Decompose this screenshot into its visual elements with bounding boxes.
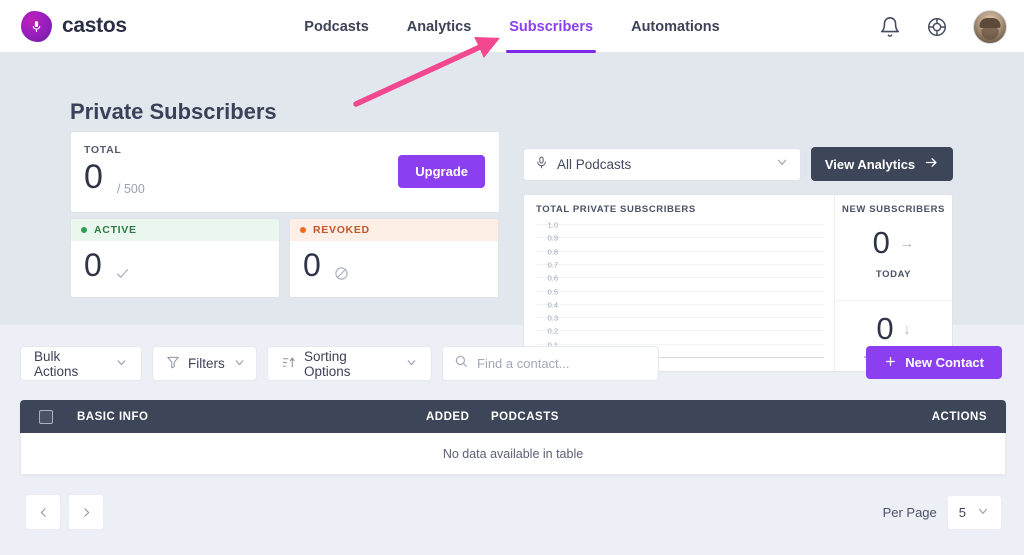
chevron-down-icon: [115, 356, 128, 372]
select-all-checkbox[interactable]: [39, 410, 53, 424]
active-subscribers-card: ACTIVE 0: [70, 218, 280, 298]
arrow-down-icon: ↓: [903, 321, 911, 338]
total-label: TOTAL: [84, 144, 122, 156]
check-icon: [115, 266, 130, 286]
y-tick: 1.0: [536, 221, 558, 230]
today-caption: TODAY: [835, 269, 952, 280]
search-input[interactable]: [477, 356, 647, 371]
upgrade-button[interactable]: Upgrade: [398, 155, 485, 188]
nav-item-automations[interactable]: Automations: [631, 0, 720, 53]
no-entry-icon: [334, 266, 349, 286]
sort-ascending-icon: [281, 355, 296, 373]
y-tick: 0.8: [536, 247, 558, 256]
filters-label: Filters: [188, 356, 225, 371]
avatar[interactable]: [973, 10, 1007, 44]
sorting-options-label: Sorting Options: [304, 349, 397, 379]
table-empty-state: No data available in table: [20, 433, 1006, 475]
status-dot-active: [81, 227, 87, 233]
nav-item-subscribers[interactable]: Subscribers: [509, 0, 593, 53]
bulk-actions-label: Bulk Actions: [34, 349, 107, 379]
arrow-right-icon: [924, 155, 939, 173]
y-tick: 0.5: [536, 287, 558, 296]
lifebuoy-icon[interactable]: [926, 16, 948, 38]
app-page: castos Podcasts Analytics Subscribers Au…: [0, 0, 1024, 555]
y-tick: 0.9: [536, 234, 558, 243]
total-private-subscribers-chart: TOTAL PRIVATE SUBSCRIBERS 1.0 0.9 0.8 0.…: [524, 195, 835, 371]
y-tick: 0.2: [536, 327, 558, 336]
column-header-actions: ACTIONS: [932, 411, 987, 423]
view-analytics-label: View Analytics: [825, 157, 915, 172]
chevron-right-icon: [80, 506, 93, 519]
search-icon: [454, 354, 468, 373]
revoked-label: REVOKED: [313, 224, 370, 236]
new-subscribers-today: 0 → TODAY: [835, 227, 952, 280]
per-page-label: Per Page: [883, 505, 937, 520]
status-dot-revoked: [300, 227, 306, 233]
podcast-filter-select[interactable]: All Podcasts: [523, 148, 801, 181]
total-subscribers-card: TOTAL 0 / 500 Upgrade: [70, 131, 500, 213]
top-header: castos Podcasts Analytics Subscribers Au…: [0, 0, 1024, 53]
next-page-button[interactable]: [68, 494, 104, 530]
active-card-body: 0: [71, 241, 279, 298]
new-contact-label: New Contact: [905, 355, 984, 370]
bell-icon[interactable]: [879, 16, 901, 38]
view-analytics-button[interactable]: View Analytics: [811, 147, 953, 181]
nav-item-podcasts[interactable]: Podcasts: [304, 0, 368, 53]
chevron-down-icon: [405, 356, 418, 372]
new-contact-button[interactable]: New Contact: [866, 346, 1002, 379]
total-value: 0: [84, 160, 103, 194]
filters-dropdown[interactable]: Filters: [152, 346, 257, 381]
revoked-card-body: 0: [290, 241, 498, 298]
contacts-table: BASIC INFO ADDED PODCASTS ACTIONS No dat…: [20, 400, 1006, 475]
main-nav: Podcasts Analytics Subscribers Automatio…: [0, 0, 1024, 53]
list-toolbar: Bulk Actions Filters Sorting Options: [0, 346, 1024, 384]
revoked-value: 0: [303, 249, 321, 281]
arrow-right-icon: →: [899, 235, 914, 252]
chevron-down-icon: [775, 155, 789, 174]
avatar-beard: [982, 28, 999, 40]
chevron-down-icon: [233, 356, 246, 372]
page-title: Private Subscribers: [70, 99, 277, 125]
y-tick: 0.3: [536, 314, 558, 323]
per-page-value: 5: [959, 505, 966, 520]
chart-title: TOTAL PRIVATE SUBSCRIBERS: [536, 204, 696, 215]
nav-item-analytics[interactable]: Analytics: [407, 0, 471, 53]
avatar-hair: [980, 18, 1001, 28]
per-page-control: Per Page 5: [883, 494, 1002, 530]
column-header-podcasts[interactable]: PODCASTS: [491, 411, 559, 423]
bulk-actions-dropdown[interactable]: Bulk Actions: [20, 346, 142, 381]
pagination-bar: Per Page 5: [0, 494, 1024, 534]
search-contact-container[interactable]: [442, 346, 659, 381]
active-label: ACTIVE: [94, 224, 137, 236]
plus-icon: [884, 355, 897, 371]
table-header-row: BASIC INFO ADDED PODCASTS ACTIONS: [20, 400, 1006, 433]
new-subscribers-pane: NEW SUBSCRIBERS 0 → TODAY 0 ↓ THIS WEEK: [835, 195, 952, 371]
y-tick: 0.6: [536, 274, 558, 283]
previous-page-button[interactable]: [25, 494, 61, 530]
column-header-added[interactable]: ADDED: [426, 411, 469, 423]
today-value: 0: [873, 227, 890, 258]
funnel-icon: [166, 355, 180, 372]
column-header-basic-info[interactable]: BASIC INFO: [77, 411, 148, 423]
revoked-subscribers-card: REVOKED 0: [289, 218, 499, 298]
week-value: 0: [876, 313, 893, 344]
chart-plot-area: 1.0 0.9 0.8 0.7 0.6 0.5 0.4 0.3 0.2 0.1 …: [536, 224, 824, 357]
total-limit: / 500: [117, 182, 145, 196]
microphone-icon: [535, 156, 548, 174]
active-card-header: ACTIVE: [71, 219, 279, 241]
overview-panel: Private Subscribers TOTAL 0 / 500 Upgrad…: [0, 53, 1024, 325]
y-tick: 0.4: [536, 300, 558, 309]
revoked-card-header: REVOKED: [290, 219, 498, 241]
header-actions: [879, 0, 1007, 53]
chevron-left-icon: [37, 506, 50, 519]
podcast-filter-value: All Podcasts: [557, 157, 775, 172]
per-page-select[interactable]: 5: [947, 495, 1002, 530]
y-tick: 0.7: [536, 260, 558, 269]
active-value: 0: [84, 249, 102, 281]
chevron-down-icon: [976, 504, 990, 521]
new-subscribers-title: NEW SUBSCRIBERS: [835, 204, 952, 215]
sorting-options-dropdown[interactable]: Sorting Options: [267, 346, 432, 381]
